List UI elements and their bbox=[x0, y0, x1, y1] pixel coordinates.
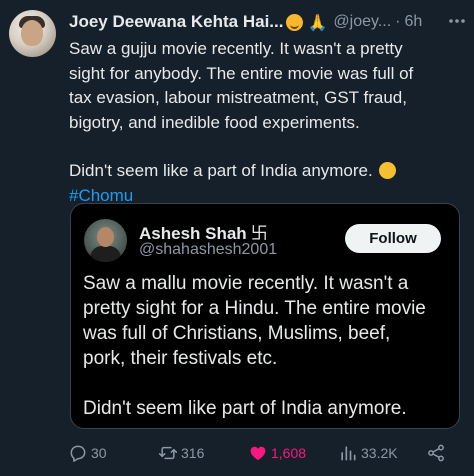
tweet-text-line: sight for anybody. The entire movie was … bbox=[69, 63, 414, 83]
share-button[interactable] bbox=[426, 440, 449, 466]
action-bar: 30 316 1,608 33.2K bbox=[68, 440, 464, 466]
quoted-text-line: pork, their festivals etc. bbox=[83, 348, 278, 369]
author-handle[interactable]: @joey... bbox=[333, 13, 391, 31]
tweet[interactable]: Joey Deewana Kehta Hai... 🙏 @joey... · 6… bbox=[0, 0, 474, 476]
views-button[interactable]: 33.2K bbox=[338, 440, 398, 466]
tweet-closing-line: Didn't seem like a part of India anymore… bbox=[69, 159, 465, 184]
quoted-closing-line: Didn't seem like part of India anymore. bbox=[83, 398, 407, 419]
quoted-author-handle[interactable]: @shahashesh2001 bbox=[139, 241, 277, 259]
author-display-name[interactable]: Joey Deewana Kehta Hai... bbox=[69, 12, 283, 32]
author-avatar[interactable] bbox=[9, 10, 56, 57]
reply-icon bbox=[70, 445, 86, 462]
tweet-header: Joey Deewana Kehta Hai... 🙏 @joey... · 6… bbox=[69, 11, 422, 33]
avatar-body bbox=[90, 246, 121, 262]
repost-icon bbox=[158, 446, 178, 460]
smiling-tear-face-icon bbox=[379, 162, 397, 179]
quoted-author-avatar[interactable] bbox=[84, 219, 127, 262]
tweet-text-line: bigotry, and inedible food experiments. bbox=[69, 112, 360, 132]
like-count: 1,608 bbox=[271, 445, 307, 461]
repost-button[interactable]: 316 bbox=[158, 440, 204, 466]
tweet-timestamp[interactable]: 6h bbox=[404, 13, 422, 31]
quoted-tweet-text: Saw a mallu movie recently. It wasn't a … bbox=[83, 271, 453, 421]
like-icon bbox=[250, 446, 266, 461]
avatar-face bbox=[21, 20, 43, 46]
quoted-text-line: pretty sight for a Hindu. The entire mov… bbox=[83, 298, 426, 319]
more-icon[interactable] bbox=[446, 10, 468, 32]
tweet-text: Saw a gujju movie recently. It wasn't a … bbox=[69, 37, 465, 208]
follow-button[interactable]: Follow bbox=[345, 224, 441, 253]
view-count: 33.2K bbox=[361, 445, 398, 461]
repost-count: 316 bbox=[181, 445, 205, 461]
tweet-text-line: Saw a gujju movie recently. It wasn't a … bbox=[69, 39, 403, 58]
tweet-text-line: tax evasion, labour mistreatment, GST fr… bbox=[69, 88, 407, 107]
hashtag-link[interactable]: #Chomu bbox=[69, 186, 133, 205]
views-icon bbox=[341, 446, 356, 461]
relieved-face-icon bbox=[286, 13, 304, 31]
separator-dot: · bbox=[395, 13, 401, 30]
share-icon bbox=[428, 444, 444, 462]
avatar-face bbox=[97, 227, 114, 247]
like-button[interactable]: 1,608 bbox=[248, 440, 306, 466]
folded-hands-icon: 🙏 bbox=[307, 12, 328, 32]
tweet-closing-text: Didn't seem like a part of India anymore… bbox=[69, 161, 373, 180]
quoted-text-line: Saw a mallu movie recently. It wasn't a bbox=[83, 273, 409, 294]
reply-button[interactable]: 30 bbox=[68, 440, 107, 466]
reply-count: 30 bbox=[91, 445, 107, 461]
quoted-text-line: was full of Christians, Muslims, beef, bbox=[83, 323, 391, 344]
quoted-tweet-card[interactable]: Ashesh Shah 卐 @shahashesh2001 Follow Saw … bbox=[70, 203, 460, 429]
